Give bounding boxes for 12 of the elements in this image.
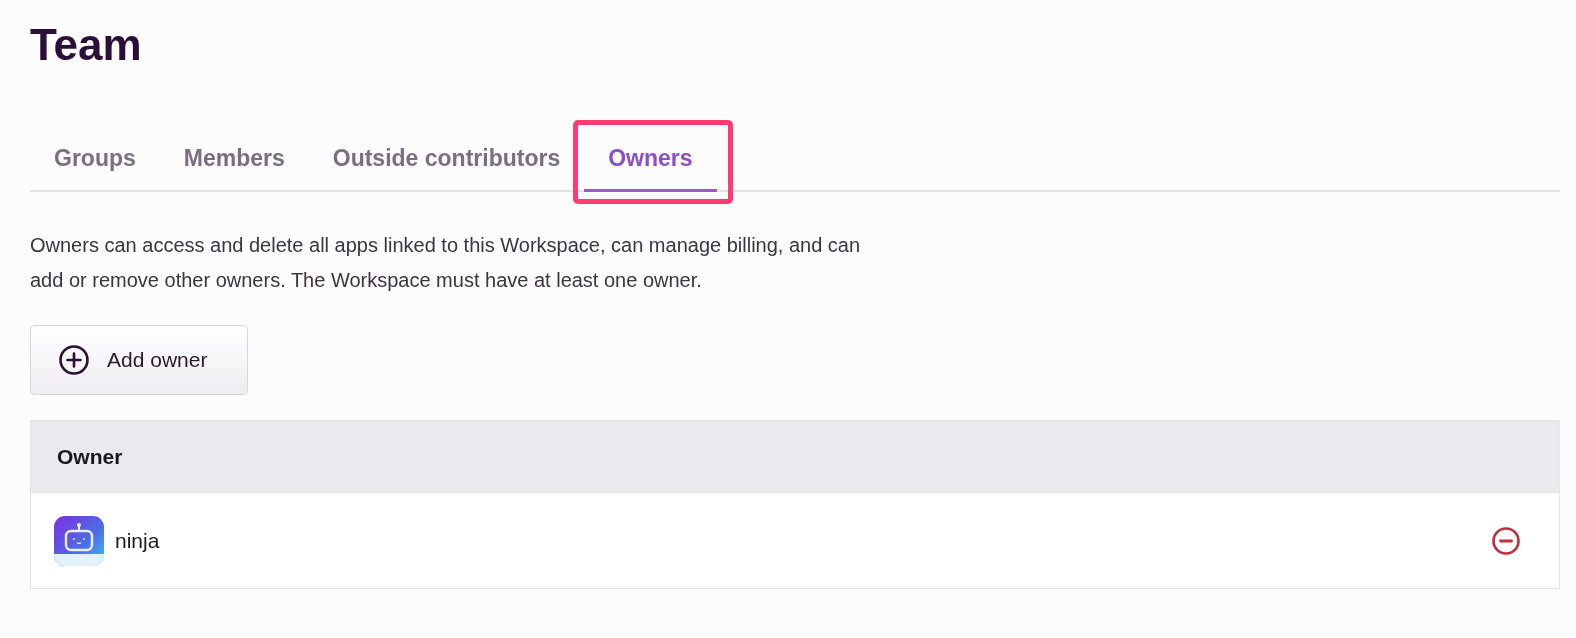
tab[interactable]: Groups [30, 128, 160, 192]
remove-icon[interactable] [1491, 525, 1521, 556]
add-owner-button[interactable]: Add owner [30, 325, 248, 395]
tab[interactable]: Outside contributors [308, 128, 585, 192]
robot-avatar-icon [54, 515, 104, 566]
plus-circle-icon [59, 345, 89, 375]
owner-name: ninja [115, 527, 160, 554]
tab[interactable]: Owners [584, 128, 717, 192]
description-text: Owners can access and delete all apps linked to this Workspace, can manage billing, and can add or remove other owners. The Workspace must have at least one owner. [30, 233, 862, 293]
column-header: Owner [57, 444, 123, 471]
tab[interactable]: Members [159, 128, 309, 192]
page-title: Team [30, 20, 142, 70]
